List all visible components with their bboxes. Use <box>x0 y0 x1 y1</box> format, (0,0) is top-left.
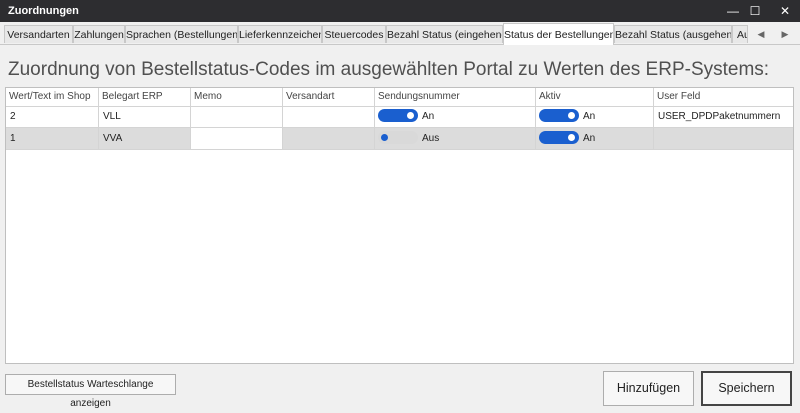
cell-shop[interactable]: 1 <box>6 128 99 149</box>
title-bar: Zuordnungen — ☐ ✕ <box>0 0 800 22</box>
tab-zahlungen[interactable]: Zahlungen <box>73 25 125 43</box>
cell-aktiv: An <box>536 106 654 127</box>
sendungsnummer-toggle[interactable] <box>378 109 418 122</box>
cell-memo[interactable] <box>191 128 283 149</box>
column-header-memo[interactable]: Memo <box>191 88 283 106</box>
tab-bezahl-status-eingehend[interactable]: Bezahl Status (eingehend) <box>386 25 503 43</box>
cell-memo[interactable] <box>191 106 283 127</box>
column-header-user-feld[interactable]: User Feld <box>654 88 793 106</box>
aktiv-label: An <box>583 133 596 144</box>
mapping-grid: Wert/Text im Shop Belegart ERP Memo Vers… <box>5 87 794 364</box>
cell-user-feld[interactable]: USER_DPDPaketnummern <box>654 106 793 127</box>
maximize-button[interactable]: ☐ <box>740 0 770 22</box>
column-header-aktiv[interactable]: Aktiv <box>536 88 654 106</box>
cell-user-feld[interactable] <box>654 128 793 149</box>
cell-shop[interactable]: 2 <box>6 106 99 127</box>
save-button[interactable]: Speichern <box>701 371 792 406</box>
tab-au[interactable]: Au <box>732 25 748 43</box>
toggle-knob <box>381 134 388 141</box>
page-title: Zuordnung von Bestellstatus-Codes im aus… <box>8 59 770 80</box>
cell-sendungsnummer: Aus <box>375 128 536 149</box>
tab-steuercodes[interactable]: Steuercodes <box>322 25 386 43</box>
column-header-versandart[interactable]: Versandart <box>283 88 375 106</box>
tab-scroll-left-icon[interactable]: ◀ <box>754 26 768 42</box>
table-row[interactable]: 2 VLL An An USER_DPDPaketnummern <box>6 106 793 128</box>
tab-scroll-right-icon[interactable]: ▶ <box>778 26 792 42</box>
grid-header: Wert/Text im Shop Belegart ERP Memo Vers… <box>6 88 793 107</box>
cell-versandart[interactable] <box>283 106 375 127</box>
sendungsnummer-label: An <box>422 111 435 122</box>
column-header-erp[interactable]: Belegart ERP <box>99 88 191 106</box>
show-queue-button[interactable]: Bestellstatus Warteschlange anzeigen <box>5 374 176 409</box>
sendungsnummer-toggle[interactable] <box>378 131 418 144</box>
table-row[interactable]: 1 VVA Aus An <box>6 128 793 150</box>
toggle-knob <box>407 112 414 119</box>
cell-erp[interactable]: VLL <box>99 106 191 127</box>
cell-sendungsnummer: An <box>375 106 536 127</box>
tab-bar: Versandarten Zahlungen Sprachen (Bestell… <box>0 22 800 45</box>
cell-versandart[interactable] <box>283 128 375 149</box>
toggle-knob <box>568 112 575 119</box>
tab-bezahl-status-ausgehend[interactable]: Bezahl Status (ausgehend) <box>614 25 732 43</box>
cell-aktiv: An <box>536 128 654 149</box>
column-header-shop[interactable]: Wert/Text im Shop <box>6 88 99 106</box>
sendungsnummer-label: Aus <box>422 133 440 144</box>
toggle-knob <box>568 134 575 141</box>
tab-sprachen[interactable]: Sprachen (Bestellungen) <box>125 25 238 43</box>
close-button[interactable]: ✕ <box>770 0 800 22</box>
tab-lieferkennzeichen[interactable]: Lieferkennzeichen <box>238 25 322 43</box>
aktiv-toggle[interactable] <box>539 131 579 144</box>
aktiv-toggle[interactable] <box>539 109 579 122</box>
cell-erp[interactable]: VVA <box>99 128 191 149</box>
tab-status-der-bestellungen[interactable]: Status der Bestellungen <box>503 23 614 45</box>
window-title: Zuordnungen <box>8 5 79 17</box>
tab-versandarten[interactable]: Versandarten <box>4 25 73 43</box>
aktiv-label: An <box>583 111 596 122</box>
add-button[interactable]: Hinzufügen <box>603 371 694 406</box>
column-header-sendungsnummer[interactable]: Sendungsnummer <box>375 88 536 106</box>
